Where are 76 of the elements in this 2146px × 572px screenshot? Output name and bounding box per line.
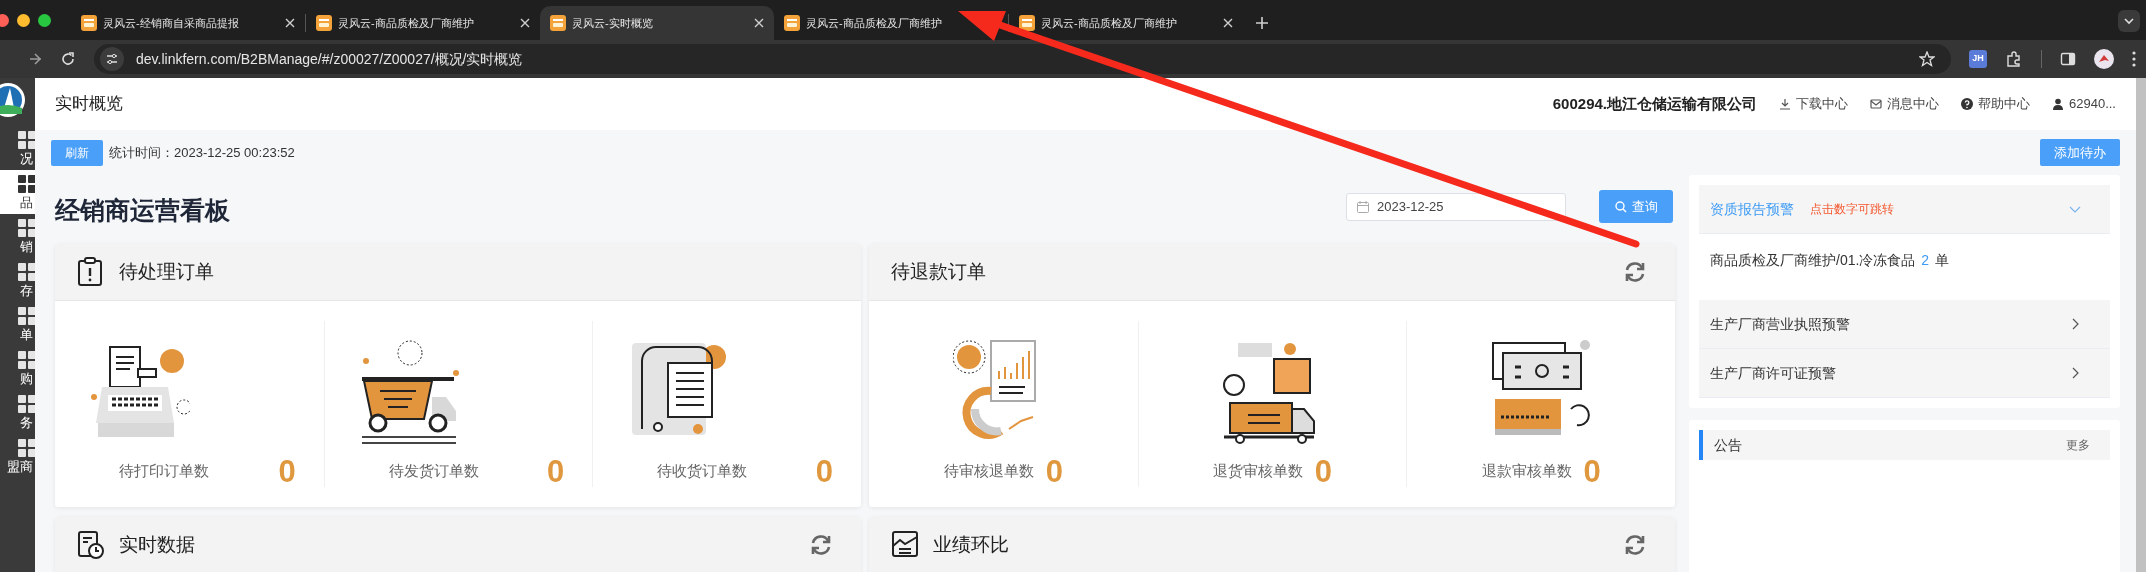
clock-icon	[77, 530, 105, 560]
profile-avatar-icon[interactable]	[2094, 49, 2114, 69]
maximize-window-button[interactable]	[38, 13, 51, 27]
sidebar-item[interactable]: 品	[0, 170, 35, 214]
more-link[interactable]: 更多	[2066, 436, 2090, 454]
calendar-icon	[1357, 200, 1369, 213]
browser-tab[interactable]: 灵风云-经销商自采商品提报	[71, 6, 305, 40]
favicon-icon	[550, 15, 566, 31]
tab-list-icon[interactable]	[2118, 10, 2140, 32]
help-icon	[1961, 98, 1973, 110]
metric-label: 退货审核单数	[1212, 461, 1303, 482]
metric-label: 退款审核单数	[1481, 461, 1572, 482]
close-icon[interactable]	[285, 18, 295, 28]
metric-label: 待发货订单数	[388, 461, 479, 482]
alert-entry: 商品质检及厂商维护/01.冷冻食品	[1710, 251, 1916, 270]
sidebar-item[interactable]: 盟商	[0, 434, 35, 478]
alert-section-header[interactable]: 生产厂商营业执照预警	[1699, 300, 2110, 349]
page-title: 实时概览	[55, 93, 123, 116]
sidebar-item[interactable]: 况	[0, 126, 35, 170]
address-bar[interactable]: dev.linkfern.com/B2BManage/#/z00027/Z00027/概况/实时概览	[94, 44, 1951, 74]
metric-label: 待打印订单数	[119, 461, 209, 482]
favicon-icon	[81, 15, 97, 31]
date-field[interactable]: 2023-12-25	[1346, 192, 1566, 221]
browser-tab[interactable]: 灵风云-实时概览	[540, 6, 774, 40]
extensions-icon[interactable]	[2005, 50, 2023, 68]
header-link[interactable]: 下载中心	[1779, 94, 1848, 114]
menu-icon[interactable]	[2132, 51, 2136, 67]
favicon-icon	[316, 15, 332, 31]
card-title: 业绩环比	[933, 532, 1010, 557]
close-icon[interactable]	[520, 18, 530, 28]
search-icon	[1614, 200, 1627, 213]
card-title: 待退款订单	[891, 259, 987, 284]
user-menu[interactable]: 62940...	[2052, 94, 2116, 114]
user-icon	[2052, 98, 2064, 110]
download-icon	[1779, 98, 1791, 110]
favicon-icon	[784, 15, 800, 31]
refresh-icon[interactable]	[1623, 533, 1647, 557]
header-link[interactable]: 帮助中心	[1961, 94, 2030, 114]
extension-badge[interactable]: JH	[1969, 50, 1987, 68]
bookmark-star-icon[interactable]	[1919, 51, 1935, 67]
sidebar-item[interactable]: 务	[0, 390, 35, 434]
message-icon	[1870, 98, 1882, 110]
forward-icon[interactable]	[28, 52, 42, 66]
new-tab-icon[interactable]	[1255, 16, 1269, 30]
unit-label: 单	[1935, 251, 1950, 270]
favicon-icon	[1019, 15, 1035, 31]
sidebar-item[interactable]: 单	[0, 302, 35, 346]
card-title: 待处理订单	[119, 259, 215, 284]
scrollbar[interactable]	[2136, 78, 2146, 572]
notice-title: 公告	[1714, 435, 1743, 455]
sidebar-item[interactable]: 销	[0, 214, 35, 258]
chart-icon	[891, 530, 919, 560]
metric-label: 待审核退单数	[943, 461, 1034, 482]
board-title: 经销商运营看板	[55, 194, 231, 226]
clipboard-icon	[77, 257, 105, 287]
side-panel-icon[interactable]	[2060, 51, 2076, 67]
header-link[interactable]: 消息中心	[1870, 94, 1939, 114]
sidebar-item[interactable]: 购	[0, 346, 35, 390]
stat-time: 统计时间：2023-12-25 00:23:52	[109, 143, 295, 162]
browser-tab[interactable]: 灵风云-商品质检及厂商维护	[1009, 6, 1243, 40]
company-name: 600294.地江仓储运输有限公司	[1552, 93, 1757, 114]
minimize-window-button[interactable]	[17, 13, 30, 27]
close-icon[interactable]	[1223, 18, 1233, 28]
sidebar-item[interactable]: 存	[0, 258, 35, 302]
browser-tab[interactable]: 灵风云-商品质检及厂商维护	[774, 6, 1008, 40]
alert-section-header[interactable]: 生产厂商许可证预警	[1699, 349, 2110, 398]
metric-label: 待收货订单数	[657, 461, 748, 482]
card-title: 实时数据	[119, 532, 196, 557]
reload-icon[interactable]	[60, 51, 76, 67]
refresh-icon[interactable]	[809, 533, 833, 557]
close-icon[interactable]	[754, 18, 764, 28]
hint-text: 点击数字可跳转	[1810, 201, 1894, 218]
refresh-icon[interactable]	[1623, 260, 1647, 284]
close-window-button[interactable]	[0, 13, 9, 27]
browser-tab[interactable]: 灵风云-商品质检及厂商维护	[306, 6, 540, 40]
site-settings-icon[interactable]	[100, 47, 124, 71]
